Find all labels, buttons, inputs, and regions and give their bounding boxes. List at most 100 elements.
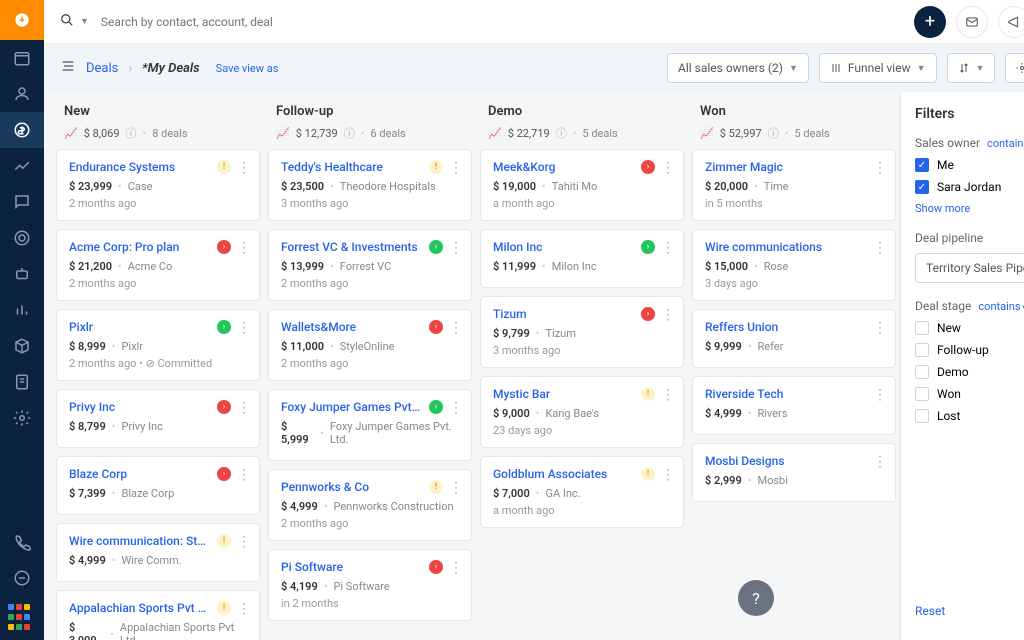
nav-analytics-icon[interactable] [0, 148, 44, 184]
save-view-link[interactable]: Save view as [216, 62, 279, 75]
nav-settings-icon[interactable] [0, 400, 44, 436]
deal-card[interactable]: Wallets&More $ 11,000•StyleOnline 2 mont… [268, 309, 472, 381]
breadcrumb-current: *My Deals [142, 61, 200, 76]
filter-checkbox[interactable]: Follow-up [915, 343, 1024, 357]
card-more-icon[interactable]: ⋮ [449, 240, 463, 256]
mail-icon[interactable] [956, 6, 988, 38]
deal-card[interactable]: Wire communication: Starter ... $ 4,999•… [56, 523, 260, 582]
show-more-link[interactable]: Show more [915, 202, 1024, 215]
card-more-icon[interactable]: ⋮ [237, 240, 251, 256]
deal-amount: $ 8,799 [69, 420, 106, 433]
list-icon[interactable] [60, 58, 76, 78]
filter-checkbox[interactable]: ✓Sara Jordan [915, 180, 1024, 194]
deal-card[interactable]: Reffers Union $ 9,999•Refer ⋮ [692, 309, 896, 368]
search-caret-icon[interactable]: ▼ [80, 16, 89, 27]
deal-card[interactable]: Goldblum Associates $ 7,000•GA Inc. a mo… [480, 456, 684, 528]
card-more-icon[interactable]: ⋮ [661, 387, 675, 403]
status-icon: › [217, 240, 231, 254]
card-more-icon[interactable]: ⋮ [449, 560, 463, 576]
nav-contacts-icon[interactable] [0, 76, 44, 112]
logo-icon[interactable] [0, 0, 44, 40]
filter-checkbox[interactable]: ✓Me [915, 158, 1024, 172]
card-more-icon[interactable]: ⋮ [449, 320, 463, 336]
deal-card[interactable]: Pennworks & Co $ 4,999•Pennworks Constru… [268, 469, 472, 541]
nav-bot-icon[interactable] [0, 256, 44, 292]
deal-card[interactable]: Teddy's Healthcare $ 23,500•Theodore Hos… [268, 149, 472, 221]
card-more-icon[interactable]: ⋮ [873, 240, 887, 256]
search-input[interactable] [101, 15, 914, 29]
pipeline-select[interactable]: Territory Sales Pipeline▼ [915, 253, 1024, 283]
search-icon[interactable] [60, 12, 74, 31]
card-more-icon[interactable]: ⋮ [449, 400, 463, 416]
filter-checkbox[interactable]: Won [915, 387, 1024, 401]
nav-chat-icon[interactable] [0, 184, 44, 220]
deal-card[interactable]: Privy Inc $ 8,799•Privy Inc › ⋮ [56, 389, 260, 448]
deal-card[interactable]: Endurance Systems $ 23,999•Case 2 months… [56, 149, 260, 221]
deal-card[interactable]: Pixlr $ 8,999•Pixlr 2 months ago • ⊘ Com… [56, 309, 260, 381]
deal-card[interactable]: Appalachian Sports Pvt Ltd $ 3,999•Appal… [56, 590, 260, 640]
deal-card[interactable]: Meek&Korg $ 19,000•Tahiti Mo a month ago… [480, 149, 684, 221]
nav-apps-icon[interactable] [8, 604, 36, 632]
card-more-icon[interactable]: ⋮ [237, 534, 251, 550]
nav-calendar-icon[interactable] [0, 40, 44, 76]
card-more-icon[interactable]: ⋮ [661, 240, 675, 256]
announce-icon[interactable] [998, 6, 1024, 38]
nav-phone-icon[interactable] [0, 524, 44, 560]
view-select[interactable]: Funnel view▼ [819, 53, 937, 83]
add-button[interactable]: + [914, 6, 946, 38]
deal-card[interactable]: Mosbi Designs $ 2,999•Mosbi ⋮ [692, 443, 896, 502]
deal-card[interactable]: Forrest VC & Investments $ 13,999•Forres… [268, 229, 472, 301]
deal-card[interactable]: Milon Inc $ 11,999•Milon Inc › ⋮ [480, 229, 684, 288]
card-more-icon[interactable]: ⋮ [873, 320, 887, 336]
nav-reports-icon[interactable] [0, 292, 44, 328]
nav-target-icon[interactable] [0, 220, 44, 256]
deal-card[interactable]: Foxy Jumper Games Pvt Ltd $ 5,999•Foxy J… [268, 389, 472, 461]
card-more-icon[interactable]: ⋮ [661, 307, 675, 323]
deal-company: Acme Co [128, 260, 173, 273]
card-more-icon[interactable]: ⋮ [449, 160, 463, 176]
kanban-column: Demo 📈$ 22,719 ⓘ•5 deals Meek&Korg $ 19,… [476, 92, 688, 640]
owners-select[interactable]: All sales owners (2)▼ [667, 53, 809, 83]
deal-time: 2 months ago [281, 277, 459, 290]
card-more-icon[interactable]: ⋮ [873, 454, 887, 470]
reset-link[interactable]: Reset [915, 604, 945, 618]
status-icon: ! [429, 160, 443, 174]
deal-card[interactable]: Riverside Tech $ 4,999•Rivers ⋮ [692, 376, 896, 435]
breadcrumb-root[interactable]: Deals [86, 61, 118, 76]
card-more-icon[interactable]: ⋮ [661, 467, 675, 483]
card-more-icon[interactable]: ⋮ [661, 160, 675, 176]
deal-amount: $ 20,000 [705, 180, 748, 193]
card-more-icon[interactable]: ⋮ [237, 320, 251, 336]
card-more-icon[interactable]: ⋮ [873, 387, 887, 403]
card-more-icon[interactable]: ⋮ [873, 160, 887, 176]
sort-button[interactable]: ▼ [947, 53, 996, 83]
filter-owner-operator[interactable]: contains [987, 137, 1024, 150]
deal-time: in 5 months [705, 197, 883, 210]
deal-card[interactable]: Acme Corp: Pro plan $ 21,200•Acme Co 2 m… [56, 229, 260, 301]
nav-docs-icon[interactable] [0, 364, 44, 400]
filter-checkbox[interactable]: Demo [915, 365, 1024, 379]
help-fab-icon[interactable]: ? [738, 580, 774, 616]
nav-message-icon[interactable] [0, 560, 44, 596]
deal-card[interactable]: Wire communications $ 15,000•Rose 3 days… [692, 229, 896, 301]
gear-button[interactable]: ▼ [1005, 53, 1024, 83]
status-icon: ! [217, 601, 231, 615]
column-meta: 📈$ 22,719 ⓘ•5 deals [488, 125, 676, 141]
deal-card[interactable]: Blaze Corp $ 7,399•Blaze Corp › ⋮ [56, 456, 260, 515]
deal-card[interactable]: Zimmer Magic $ 20,000•Time in 5 months ⋮ [692, 149, 896, 221]
filter-checkbox[interactable]: Lost [915, 409, 1024, 423]
nav-box-icon[interactable] [0, 328, 44, 364]
card-more-icon[interactable]: ⋮ [449, 480, 463, 496]
card-more-icon[interactable]: ⋮ [237, 400, 251, 416]
card-more-icon[interactable]: ⋮ [237, 467, 251, 483]
deal-card[interactable]: Tizum $ 9,799•Tizum 3 months ago › ⋮ [480, 296, 684, 368]
deal-card[interactable]: Pi Software $ 4,199•Pi Software in 2 mon… [268, 549, 472, 621]
deal-title: Tizum [493, 307, 633, 321]
card-more-icon[interactable]: ⋮ [237, 601, 251, 617]
nav-deals-icon[interactable] [0, 112, 44, 148]
deal-amount: $ 23,500 [281, 180, 324, 193]
filter-checkbox[interactable]: New [915, 321, 1024, 335]
deal-card[interactable]: Mystic Bar $ 9,000•Kang Bae's 23 days ag… [480, 376, 684, 448]
filter-stage-operator[interactable]: contains [978, 300, 1024, 313]
card-more-icon[interactable]: ⋮ [237, 160, 251, 176]
